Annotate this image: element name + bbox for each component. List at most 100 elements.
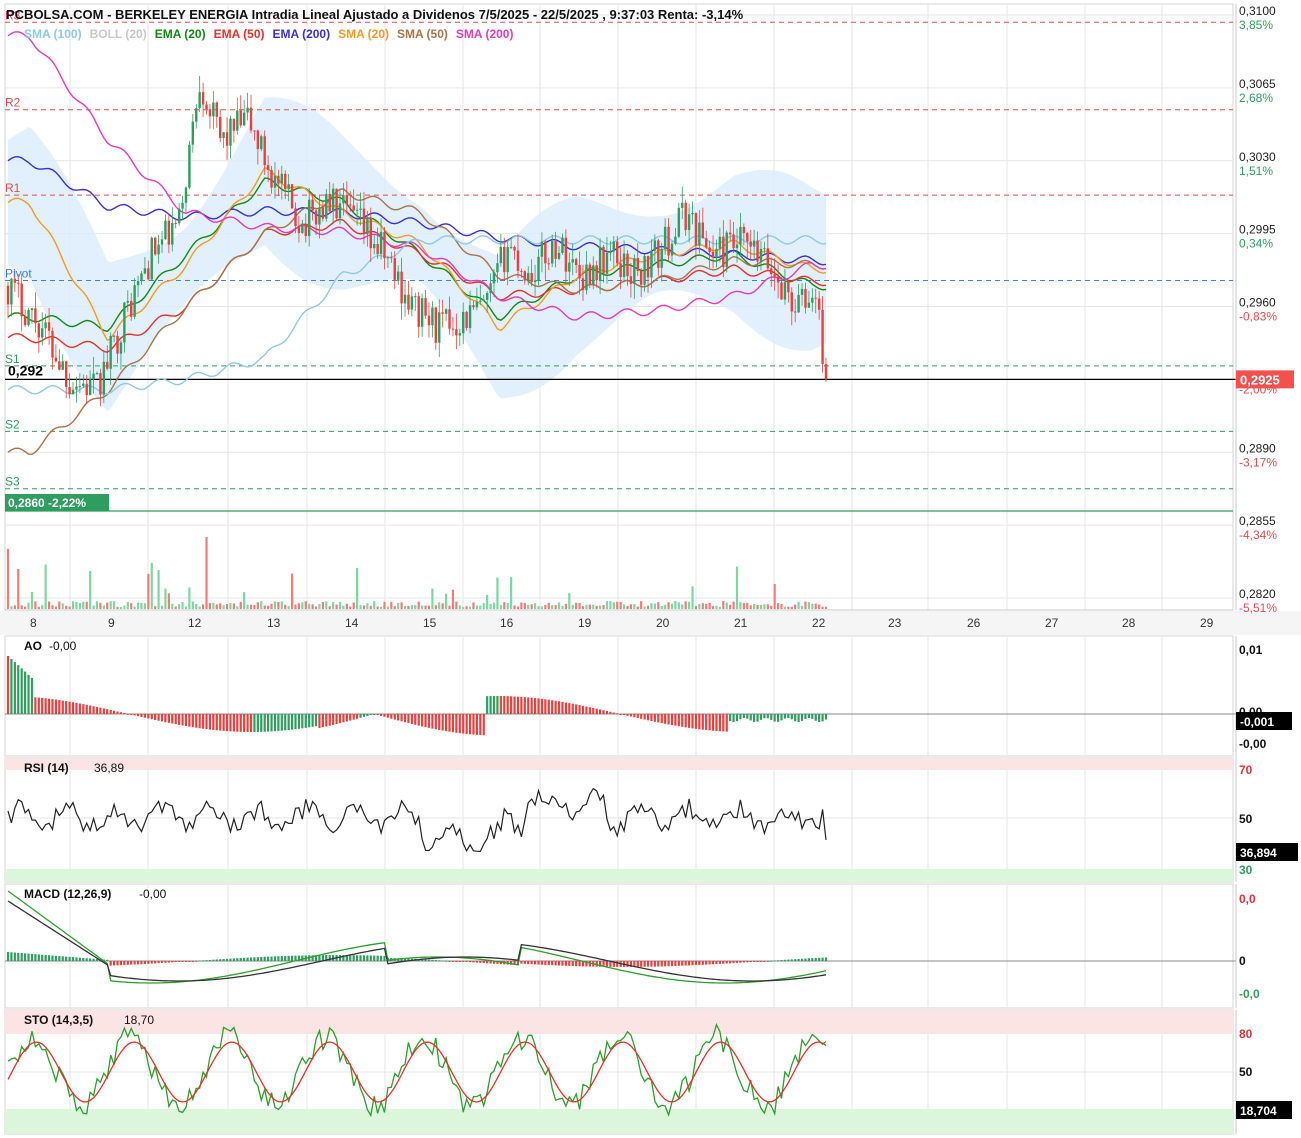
ao-bar	[643, 714, 646, 720]
macd-hist-bar	[681, 961, 684, 966]
ao-bar	[106, 709, 109, 714]
candle	[557, 252, 561, 259]
candle	[732, 234, 735, 249]
candle	[715, 248, 718, 258]
macd-hist-bar	[557, 961, 561, 966]
ao-bar	[421, 714, 424, 727]
candle	[756, 240, 759, 262]
ao-bar	[325, 714, 328, 727]
volume-bar	[472, 602, 475, 609]
ao-bar	[61, 700, 64, 714]
x-tick-label: 8	[30, 616, 37, 630]
macd-hist-bar	[465, 961, 468, 962]
candle	[44, 322, 47, 329]
ao-bar	[486, 696, 489, 714]
candle	[492, 272, 496, 284]
ao-bar	[232, 714, 235, 732]
macd-hist-bar	[544, 961, 547, 965]
candle	[780, 282, 783, 300]
macd-hist-bar	[126, 961, 129, 965]
candle	[616, 241, 619, 264]
candle	[540, 241, 544, 257]
candle	[444, 309, 448, 314]
macd-hist-bar	[212, 959, 215, 961]
ao-bar	[229, 714, 232, 732]
macd-hist-bar	[540, 961, 544, 965]
volume-bar	[332, 602, 335, 609]
ao-bar	[718, 714, 721, 732]
ao-bar	[116, 711, 119, 714]
macd-hist-bar	[705, 961, 708, 965]
x-tick-label: 23	[888, 616, 902, 630]
candle	[694, 213, 698, 246]
ao-bar	[585, 706, 588, 714]
ao-bar	[130, 714, 133, 715]
legend-entry: SMA (200)	[456, 27, 514, 41]
volume-bar	[424, 605, 427, 609]
candle	[509, 246, 513, 248]
volume-bar	[735, 566, 739, 609]
candle	[660, 248, 663, 268]
candle	[544, 241, 547, 264]
ao-bar	[711, 714, 715, 731]
volume-bar	[191, 601, 194, 609]
y-tick-pct: -0,83%	[1239, 310, 1277, 324]
candle	[195, 108, 198, 122]
y-tick-label: 0,3100	[1239, 4, 1276, 18]
volume-bar	[106, 602, 109, 609]
macd-hist-bar	[479, 961, 482, 963]
candle	[123, 302, 126, 343]
volume-bar	[578, 603, 581, 609]
ao-bar	[397, 714, 400, 721]
macd-hist-bar	[489, 961, 492, 964]
macd-hist-bar	[130, 961, 133, 965]
volume-bar	[496, 577, 499, 609]
ao-bar	[674, 714, 677, 726]
candle	[352, 205, 355, 211]
volume-bar	[455, 601, 458, 609]
macd-hist-bar	[708, 961, 711, 965]
ao-bar	[6, 656, 10, 714]
candle	[95, 373, 99, 375]
ao-bar	[164, 714, 167, 723]
volume-bar	[448, 605, 451, 609]
ao-bar	[602, 710, 605, 714]
candle	[636, 258, 639, 271]
macd-hist-bar	[208, 959, 212, 961]
ao-bar	[95, 706, 99, 714]
macd-hist-bar	[800, 958, 804, 961]
volume-bar	[287, 606, 290, 609]
volume-bar	[421, 605, 424, 609]
ao-bar	[13, 662, 16, 714]
ao-bar	[599, 709, 602, 714]
volume-bar	[770, 605, 773, 609]
volume-bar	[20, 605, 23, 609]
candle	[30, 308, 34, 310]
macd-hist-bar	[458, 961, 461, 962]
macd-hist-bar	[109, 961, 112, 966]
x-tick-label: 29	[1200, 616, 1214, 630]
ao-bar	[753, 714, 756, 722]
ao-bar	[725, 714, 728, 732]
ao-bar	[807, 714, 810, 719]
macd-hist-bar	[660, 961, 663, 967]
candle	[191, 121, 195, 145]
candle	[6, 285, 10, 305]
candle	[609, 251, 612, 253]
volume-bar	[400, 602, 403, 609]
ao-bar	[770, 714, 773, 720]
volume-bar	[540, 606, 544, 609]
y-tick-pct: 0,34%	[1239, 237, 1273, 251]
macd-hist-bar	[267, 956, 270, 961]
candle	[770, 268, 773, 275]
candle	[602, 246, 605, 274]
ao-bar	[554, 700, 557, 714]
ao-bar	[612, 712, 615, 714]
candle	[800, 288, 804, 295]
candle	[297, 226, 301, 233]
level-label: S2	[5, 417, 20, 431]
y-tick-label: 0,2995	[1239, 223, 1276, 237]
volume-bar	[407, 605, 410, 609]
volume-bar	[270, 603, 273, 609]
x-tick-label: 16	[500, 616, 514, 630]
